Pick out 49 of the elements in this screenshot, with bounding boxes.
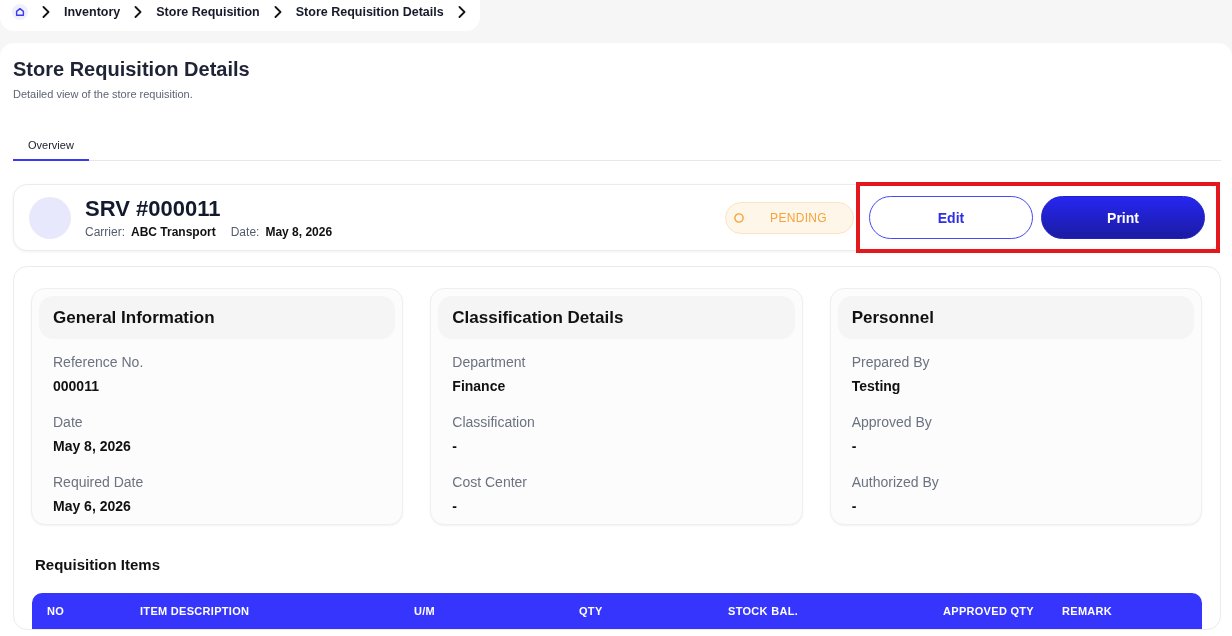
edit-button[interactable]: Edit bbox=[869, 196, 1033, 239]
breadcrumb-link[interactable]: Store Requisition Details bbox=[295, 4, 444, 20]
card-header: Classification Details bbox=[438, 296, 795, 339]
column-header: U/M bbox=[414, 605, 436, 617]
field-label: Date bbox=[53, 413, 83, 432]
field-label: Approved By bbox=[851, 413, 932, 432]
meta-value: May 8, 2026 bbox=[265, 224, 333, 240]
column-header: STOCK BAL. bbox=[728, 605, 799, 617]
field-label: Required Date bbox=[53, 473, 144, 492]
page-subtitle: Detailed view of the store requisition. bbox=[13, 87, 193, 101]
section-title: Requisition Items bbox=[35, 555, 161, 575]
field-label: Reference No. bbox=[53, 353, 144, 372]
field-label: Cost Center bbox=[452, 473, 528, 492]
column-header: REMARK bbox=[1062, 605, 1113, 617]
column-header: APPROVED QTY bbox=[943, 605, 1034, 617]
column-header: ITEM DESCRIPTION bbox=[140, 605, 250, 617]
home-icon[interactable] bbox=[12, 4, 28, 20]
field-value: - bbox=[452, 497, 457, 516]
meta-value: ABC Transport bbox=[131, 224, 216, 240]
field-value: 000011 bbox=[53, 377, 99, 396]
card-header: Personnel bbox=[837, 296, 1194, 339]
field-value: Finance bbox=[452, 377, 506, 396]
field-label: Department bbox=[452, 353, 526, 372]
field-value: Testing bbox=[851, 377, 901, 396]
chevron-right-icon bbox=[457, 6, 466, 18]
field-label: Prepared By bbox=[851, 353, 930, 372]
print-button[interactable]: Print bbox=[1041, 196, 1205, 239]
field-label: Classification bbox=[452, 413, 535, 432]
chevron-right-icon bbox=[42, 6, 50, 18]
status-label: PENDING bbox=[769, 210, 828, 225]
status-ring-icon bbox=[734, 212, 744, 223]
card-header: General Information bbox=[39, 296, 396, 339]
field-value: May 6, 2026 bbox=[53, 497, 131, 516]
breadcrumb-link[interactable]: Inventory bbox=[64, 4, 121, 20]
chevron-right-icon bbox=[134, 6, 143, 18]
chevron-right-icon bbox=[273, 6, 282, 18]
field-value: - bbox=[851, 497, 857, 516]
record-title: SRV #000011 bbox=[85, 195, 221, 222]
field-label: Authorized By bbox=[851, 473, 939, 492]
column-header: NO bbox=[47, 605, 65, 617]
meta-label: Date: bbox=[230, 224, 260, 240]
meta-label: Carrier: bbox=[85, 224, 125, 240]
page-title: Store Requisition Details bbox=[13, 57, 250, 81]
breadcrumb-link[interactable]: Store Requisition bbox=[156, 4, 260, 20]
field-value: - bbox=[452, 437, 457, 456]
column-header: QTY bbox=[579, 605, 603, 617]
field-value: - bbox=[851, 437, 857, 456]
tab[interactable]: Overview bbox=[13, 129, 89, 161]
field-value: May 8, 2026 bbox=[53, 437, 131, 456]
